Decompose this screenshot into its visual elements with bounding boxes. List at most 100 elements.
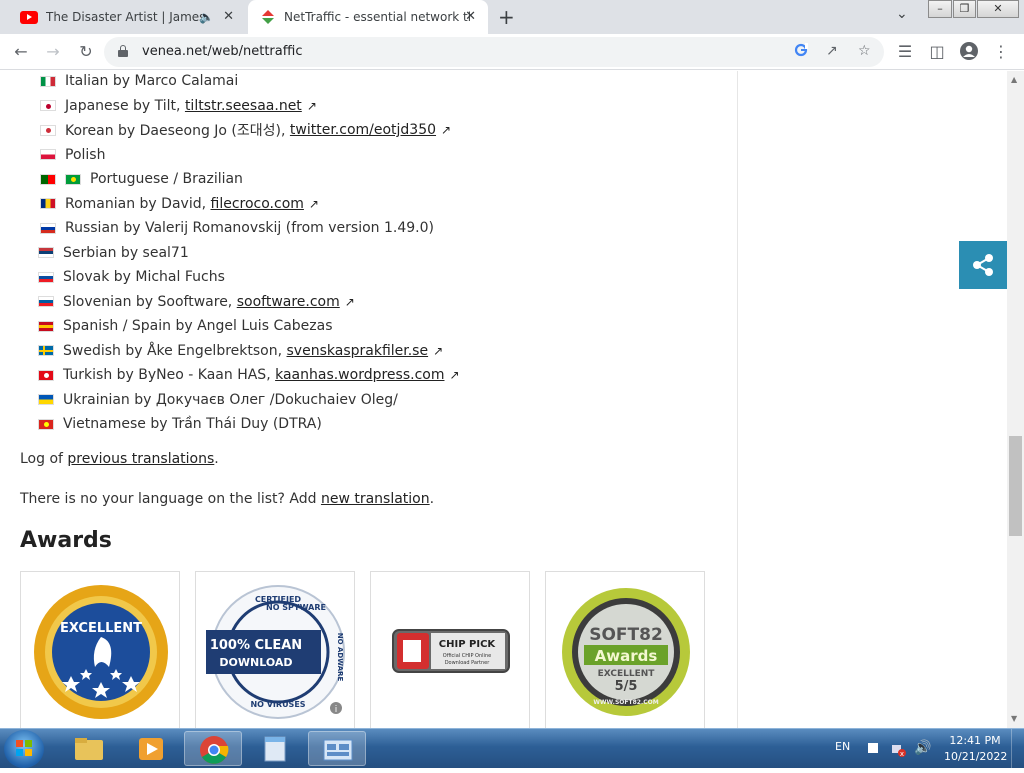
scrollbar-thumb[interactable] — [1009, 436, 1022, 536]
share-button[interactable] — [959, 241, 1007, 289]
svg-text:x: x — [900, 750, 904, 757]
award-text: CHIP PICK — [439, 639, 497, 650]
close-tab-icon[interactable]: ✕ — [465, 9, 476, 25]
award-text: Download Partner — [445, 660, 491, 666]
external-link-icon[interactable]: ↗ — [307, 99, 317, 113]
side-panel-icon[interactable]: ◫ — [926, 41, 948, 63]
youtube-icon — [20, 10, 38, 24]
address-bar[interactable]: venea.net/web/nettraffic ↗ ☆ — [104, 37, 884, 67]
reload-icon[interactable]: ↻ — [75, 41, 97, 63]
tab-title: The Disaster Artist | James Fr — [46, 10, 206, 24]
external-link-icon[interactable]: ↗ — [433, 344, 443, 358]
back-arrow-icon[interactable]: ← — [10, 41, 32, 63]
previous-translations-link[interactable]: previous translations — [67, 451, 214, 467]
translation-text: Korean by Daeseong Jo (조대성), — [65, 123, 290, 139]
forward-arrow-icon[interactable]: → — [42, 41, 64, 63]
translator-link[interactable]: twitter.com/eotjd350 — [290, 122, 436, 138]
external-link-icon[interactable]: ↗ — [441, 123, 451, 137]
start-button[interactable] — [4, 730, 44, 768]
nettraffic-icon — [260, 9, 276, 25]
translation-text: Serbian by seal71 — [63, 244, 189, 261]
taskbar-notepad[interactable] — [246, 731, 304, 766]
lock-icon[interactable] — [118, 45, 128, 57]
speaker-icon[interactable]: 🔈 — [199, 9, 214, 25]
network-error-icon[interactable]: x — [890, 741, 906, 758]
show-desktop-button[interactable] — [1011, 729, 1024, 769]
media-control-icon[interactable]: ☰ — [894, 41, 916, 63]
maximize-button[interactable]: ❐ — [953, 0, 976, 18]
translation-item: Slovenian by Sooftware, sooftware.com ↗ — [38, 292, 355, 312]
taskbar-chrome[interactable] — [184, 731, 242, 766]
volume-icon[interactable]: 🔊 — [914, 740, 931, 756]
translation-item: Vietnamese by Trần Thái Duy (DTRA) — [38, 414, 322, 434]
award-soft82[interactable]: SOFT82 Awards EXCELLENT 5/5 WWW.SOFT82.C… — [545, 571, 705, 728]
missing-language-paragraph: There is no your language on the list? A… — [20, 491, 434, 507]
translator-link[interactable]: tiltstr.seesaa.net — [185, 98, 302, 114]
taskbar-media-player[interactable] — [122, 731, 180, 766]
translation-text: Spanish / Spain by Angel Luis Cabezas — [63, 318, 333, 334]
flag-icon — [38, 369, 54, 381]
share-page-icon[interactable]: ↗ — [826, 43, 838, 59]
page-scrollbar[interactable]: ▲ ▼ — [1007, 71, 1024, 728]
translation-text: Turkish by ByNeo - Kaan HAS, — [63, 367, 276, 383]
browser-toolbar: ← → ↻ venea.net/web/nettraffic ↗ ☆ ☰ ◫ ⋮ — [0, 34, 1024, 70]
award-software-informer[interactable]: EXCELLENT — [20, 571, 180, 728]
award-clean-download[interactable]: CERTIFIED NO SPYWARE 100% CLEAN DOWNLOAD… — [195, 571, 355, 728]
log-suffix: . — [214, 451, 219, 467]
translation-text: Polish — [65, 146, 106, 163]
translation-item: Turkish by ByNeo - Kaan HAS, kaanhas.wor… — [38, 365, 460, 385]
new-translation-link[interactable]: new translation — [321, 491, 430, 507]
tab-nettraffic[interactable]: NetTraffic - essential network thr ✕ — [248, 0, 488, 34]
external-link-icon[interactable]: ↗ — [309, 197, 319, 211]
translation-text: Italian by Marco Calamai — [65, 73, 239, 89]
language-indicator[interactable]: EN — [835, 729, 855, 769]
award-text: 5/5 — [615, 679, 638, 694]
clock-date: 10/21/2022 — [944, 750, 1008, 763]
google-icon[interactable] — [794, 43, 808, 61]
clean-download-badge-icon: CERTIFIED NO SPYWARE 100% CLEAN DOWNLOAD… — [206, 585, 345, 719]
translation-text: Portuguese / Brazilian — [90, 171, 243, 187]
minimize-button[interactable]: – — [928, 0, 952, 18]
award-text: WWW.SOFT82.COM — [593, 699, 658, 706]
folder-icon — [75, 738, 103, 760]
translation-item: Italian by Marco Calamai — [40, 71, 238, 91]
translator-link[interactable]: filecroco.com — [211, 196, 304, 212]
translator-link[interactable]: kaanhas.wordpress.com — [275, 367, 444, 383]
close-window-button[interactable]: ✕ — [977, 0, 1019, 18]
translator-link[interactable]: sooftware.com — [237, 294, 340, 310]
bookmark-star-icon[interactable]: ☆ — [858, 43, 871, 59]
translation-text: Japanese by Tilt, — [65, 97, 185, 114]
translation-text: Slovenian by Sooftware, — [63, 293, 237, 310]
scroll-up-arrow-icon[interactable]: ▲ — [1011, 75, 1017, 84]
translator-link[interactable]: svenskasprakfiler.se — [287, 343, 429, 359]
menu-kebab-icon[interactable]: ⋮ — [990, 41, 1012, 63]
taskbar-file-explorer[interactable] — [60, 731, 118, 766]
flag-icon — [38, 320, 54, 332]
flag-icon — [38, 271, 54, 283]
url-text[interactable]: venea.net/web/nettraffic — [142, 44, 302, 59]
chrome-icon — [200, 736, 229, 764]
translation-item: Romanian by David, filecroco.com ↗ — [40, 194, 319, 214]
translation-text: Russian by Valerij Romanovskij (from ver… — [65, 220, 434, 236]
external-link-icon[interactable]: ↗ — [345, 295, 355, 309]
award-chip-pick[interactable]: CHIP PICK Official CHIP Online Download … — [370, 571, 530, 728]
translation-text: Swedish by Åke Engelbrektson, — [63, 342, 287, 359]
flag-icon — [38, 247, 54, 258]
close-tab-icon[interactable]: ✕ — [223, 9, 234, 25]
action-center-icon[interactable] — [866, 741, 880, 757]
flag-icon — [40, 100, 56, 111]
clock[interactable]: 12:41 PM 10/21/2022 — [944, 733, 1008, 773]
new-tab-button[interactable]: + — [498, 6, 515, 28]
scroll-down-arrow-icon[interactable]: ▼ — [1011, 714, 1017, 723]
tab-strip: The Disaster Artist | James Fr 🔈 ✕ NetTr… — [0, 0, 1024, 34]
share-icon — [973, 254, 993, 276]
soft82-badge-icon: SOFT82 Awards EXCELLENT 5/5 WWW.SOFT82.C… — [562, 588, 690, 716]
taskbar-control-panel[interactable] — [308, 731, 366, 766]
flag-icon — [65, 173, 81, 185]
tab-youtube[interactable]: The Disaster Artist | James Fr 🔈 ✕ — [8, 0, 246, 34]
tab-search-chevron-down-icon[interactable]: ⌄ — [896, 6, 908, 22]
translation-item: Serbian by seal71 — [38, 243, 189, 263]
awards-heading: Awards — [20, 528, 112, 553]
profile-avatar-icon[interactable] — [958, 41, 980, 63]
external-link-icon[interactable]: ↗ — [449, 368, 459, 382]
